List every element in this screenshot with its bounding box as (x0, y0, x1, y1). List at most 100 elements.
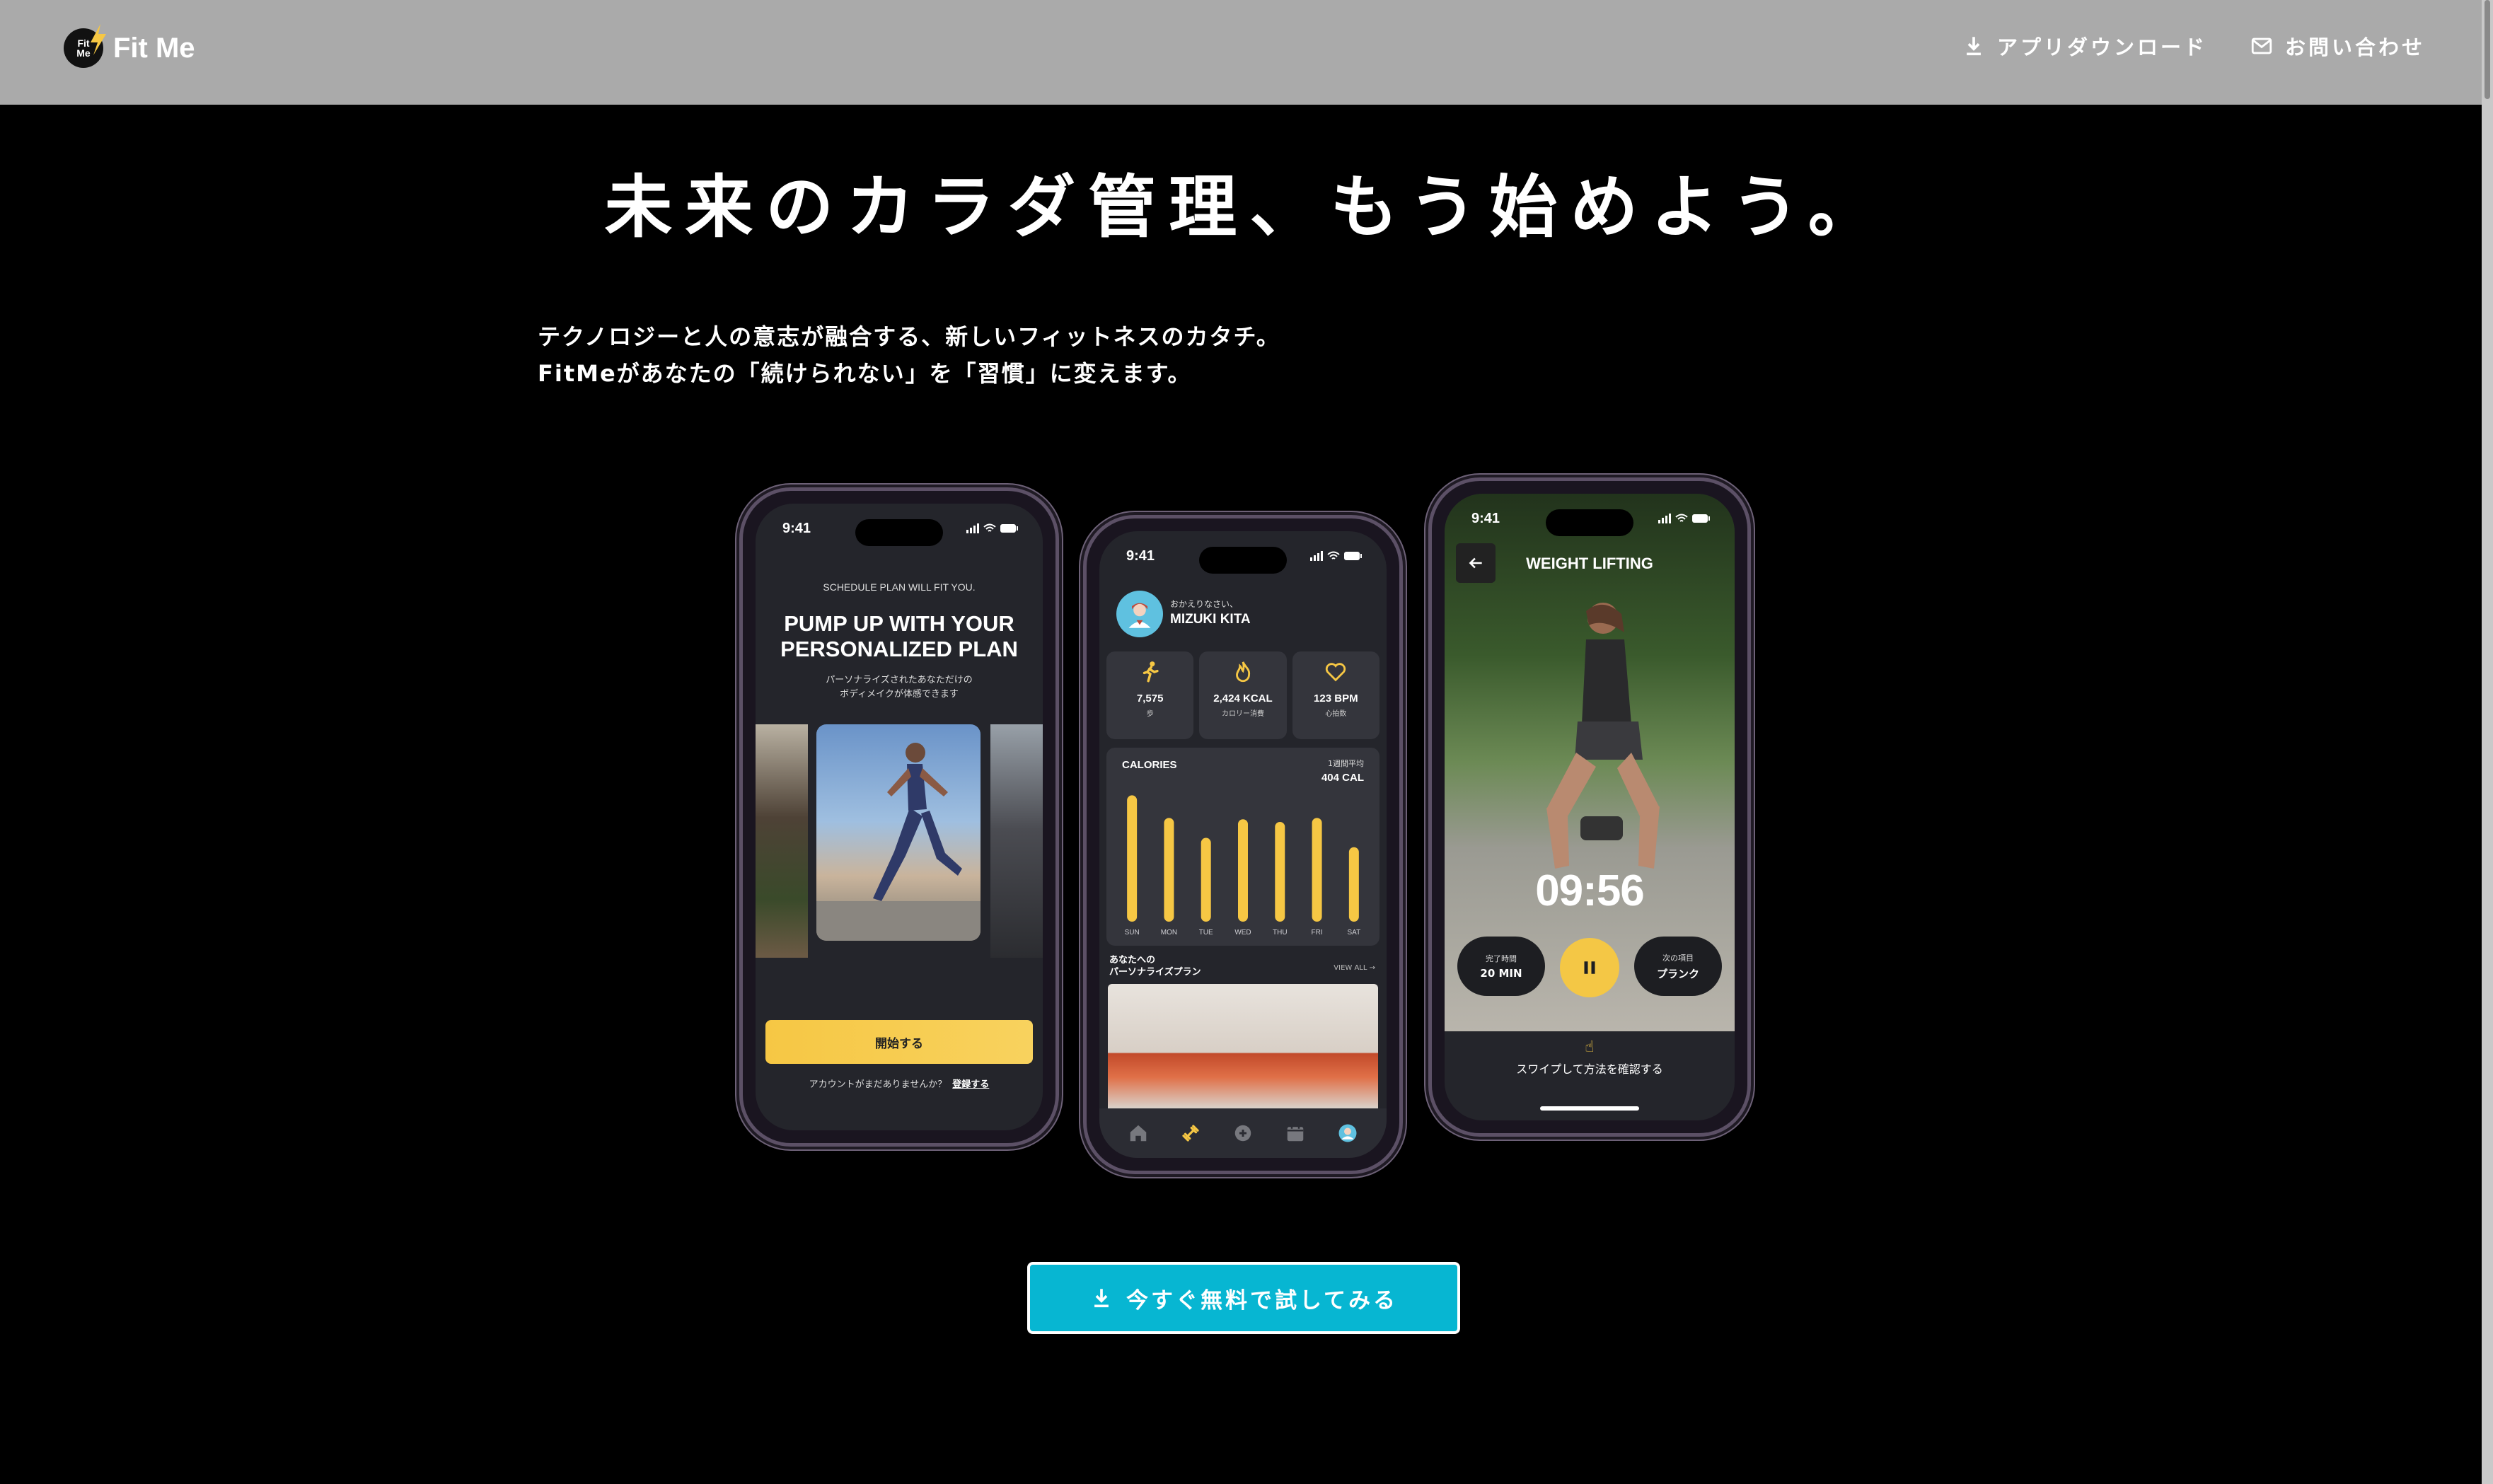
carousel-photo-runner[interactable] (816, 724, 981, 941)
runner-figure (816, 743, 981, 941)
status-icons (1658, 514, 1711, 523)
calories-card[interactable]: CALORIES 1週間平均 404 CAL SUN MON TUE WED THU FR… (1106, 748, 1379, 946)
page-scrollbar[interactable] (2482, 0, 2493, 1484)
stat-value: 7,575 (1136, 692, 1164, 705)
calories-bar-mon (1164, 818, 1174, 922)
home-indicator (1540, 1106, 1639, 1111)
stat-heart-rate[interactable]: 123 BPM 心拍数 (1292, 651, 1379, 739)
tab-bar (1099, 1108, 1387, 1158)
greeting: おかえりなさい、 (1170, 599, 1239, 609)
home-icon[interactable] (1128, 1123, 1149, 1144)
hero-title: 未来のカラダ管理、もう始めよう。 (604, 168, 1889, 247)
signal-icon (966, 523, 979, 533)
calories-bar-sun (1127, 795, 1138, 922)
hero-lead: テクノロジーと人の意志が融合する、新しいフィットネスのカタチ。 FitMeがあな… (538, 318, 1280, 392)
dynamic-island (855, 519, 943, 546)
header-nav: アプリダウンロード お問い合わせ (1962, 31, 2425, 61)
signup-prompt: アカウントがまだありませんか？ (809, 1079, 947, 1090)
stats-row: 7,575 歩 2,424 KCAL カロリー消費 123 BPM 心拍数 (1106, 651, 1379, 739)
weekly-average-value: 404 CAL (1321, 772, 1364, 784)
avatar[interactable] (1116, 591, 1163, 637)
pill-value: 20 MIN (1480, 967, 1522, 980)
stat-steps[interactable]: 7,575 歩 (1106, 651, 1194, 739)
dynamic-island (1546, 509, 1633, 536)
try-free-label: 今すぐ無料で試してみる (1126, 1287, 1399, 1314)
try-free-button[interactable]: 今すぐ無料で試してみる (1027, 1262, 1460, 1334)
logo-badge: Fit Me (64, 24, 106, 68)
workout-timer: 09:56 (1535, 866, 1645, 915)
calendar-icon[interactable] (1285, 1123, 1306, 1144)
swipe-hand-icon: ☝ (1585, 1038, 1595, 1056)
calories-tick-label: FRI (1312, 929, 1323, 937)
onboarding-eyebrow: SCHEDULE PLAN WILL FIT YOU. (823, 581, 976, 593)
user-name: MIZUKI KITA (1170, 612, 1251, 627)
pill-label: 次の項目 (1662, 953, 1694, 963)
phone-mockup-onboarding: 9:41 SCHEDULE PLAN WILL FIT YOU. PUMP UP… (743, 491, 1055, 1143)
battery-icon (1344, 552, 1362, 560)
athlete-figure (1546, 603, 1660, 869)
pause-icon (1584, 961, 1595, 974)
calories-bar-chart: SUN MON TUE WED THU FRI SAT (1125, 795, 1360, 937)
workout-title: WEIGHT LIFTING (1526, 555, 1653, 572)
start-button[interactable]: 開始する (765, 1020, 1033, 1064)
plus-icon[interactable] (1232, 1123, 1254, 1144)
calories-tick-label: WED (1234, 929, 1251, 937)
nav-app-download[interactable]: アプリダウンロード (1962, 31, 2207, 61)
phone-screen: 9:41 おかえりなさい、 MIZUKI KITA 7,575 歩 2,424 … (1099, 531, 1387, 1158)
bolt-icon (91, 24, 106, 55)
calories-title: CALORIES (1122, 759, 1177, 771)
logo[interactable]: Fit Me Fit Me (64, 24, 195, 68)
profile-icon[interactable] (1337, 1123, 1358, 1144)
dynamic-island (1199, 547, 1287, 574)
hero-lead-line-1: テクノロジーと人の意志が融合する、新しいフィットネスのカタチ。 (538, 323, 1280, 350)
signal-icon (1310, 551, 1323, 561)
status-time: 9:41 (1126, 548, 1155, 564)
calories-tick-label: MON (1161, 929, 1177, 937)
onboarding-heading: PUMP UP WITH YOUR PERSONALIZED PLAN (756, 611, 1043, 662)
download-icon (1967, 37, 1981, 56)
status-time: 9:41 (1471, 511, 1500, 526)
status-time: 9:41 (782, 521, 811, 536)
onboarding-subtext: パーソナライズされたあなただけの ボディメイクが体感できます (756, 673, 1043, 702)
wifi-icon (983, 523, 996, 532)
calories-bar-sat (1348, 847, 1359, 922)
next-exercise-pill[interactable]: 次の項目 プランク (1634, 937, 1722, 996)
carousel-photo-left (756, 724, 808, 958)
weekly-average-label: 1週間平均 (1328, 759, 1364, 768)
wifi-icon (1327, 551, 1340, 560)
stat-label: 歩 (1146, 710, 1154, 718)
calories-tick-label: SUN (1125, 929, 1140, 937)
calories-bar-fri (1312, 818, 1322, 922)
view-all-link[interactable]: VIEW ALL → (1334, 964, 1375, 972)
plan-heading: あなたへの パーソナライズプラン (1109, 954, 1201, 978)
swipe-hint[interactable]: スワイプして方法を確認する (1445, 1060, 1735, 1077)
signup-link[interactable]: 登録する (952, 1079, 989, 1090)
onboarding-heading-line-1: PUMP UP WITH YOUR (784, 611, 1014, 636)
nav-contact[interactable]: お問い合わせ (2250, 31, 2425, 61)
calories-bar-thu (1275, 822, 1285, 922)
carousel-photo-right (990, 724, 1043, 958)
mail-icon (2251, 37, 2272, 54)
scrollbar-thumb[interactable] (2485, 0, 2490, 99)
workout-topbar: WEIGHT LIFTING (1445, 533, 1735, 590)
stat-value: 2,424 KCAL (1213, 692, 1273, 705)
phone-mockup-workout: 9:41 WEIGHT LIFTING 09:56 完了時間 20 MIN 次の… (1432, 481, 1747, 1133)
stat-value: 123 BPM (1314, 692, 1358, 705)
plan-heading-line-2: パーソナライズプラン (1109, 967, 1201, 978)
stat-calories[interactable]: 2,424 KCAL カロリー消費 (1199, 651, 1287, 739)
plan-card-image[interactable] (1108, 984, 1378, 1108)
run-icon (1143, 661, 1159, 683)
battery-icon (1692, 514, 1710, 523)
brand-name: Fit Me (113, 32, 195, 64)
plan-heading-line-1: あなたへの (1109, 955, 1156, 966)
calories-bar-wed (1238, 819, 1248, 922)
phone-mockup-dashboard: 9:41 おかえりなさい、 MIZUKI KITA 7,575 歩 2,424 … (1087, 518, 1399, 1171)
signal-icon (1658, 514, 1671, 523)
pause-button[interactable] (1560, 938, 1619, 997)
calories-tick-label: TUE (1199, 929, 1213, 937)
dumbbell-icon[interactable] (1180, 1123, 1201, 1144)
status-icons (1310, 551, 1363, 561)
signup-row: アカウントがまだありませんか？ 登録する (756, 1077, 1043, 1090)
calories-bar-tue (1201, 837, 1211, 922)
avatar-illustration (1128, 603, 1151, 628)
